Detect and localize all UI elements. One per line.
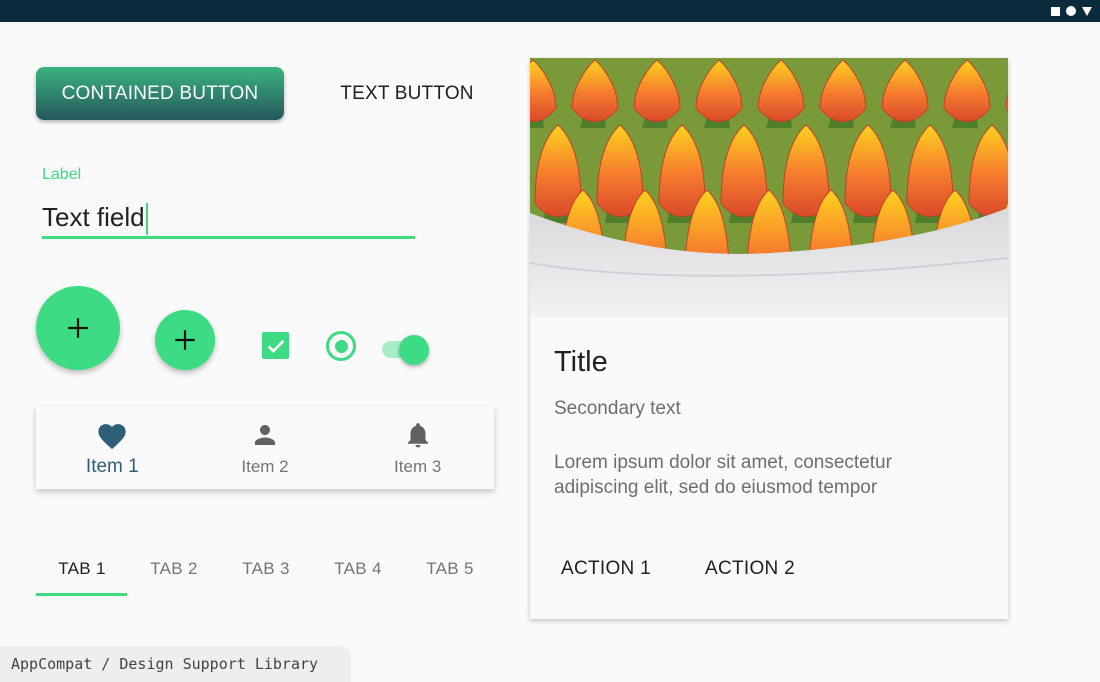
circle-icon (1066, 6, 1076, 16)
add-icon (68, 318, 88, 338)
checkbox[interactable] (262, 332, 289, 359)
radio-dot (334, 339, 348, 353)
text-field-label: Label (42, 166, 82, 183)
bottom-navigation: Item 1 Item 2 Item 3 (36, 406, 494, 489)
radio-button[interactable] (326, 331, 356, 361)
tab-1[interactable]: TAB 1 (36, 540, 128, 598)
tab-2[interactable]: TAB 2 (128, 540, 220, 598)
card-action-2[interactable]: ACTION 2 (705, 558, 795, 588)
status-bar (0, 0, 1100, 22)
tab-5[interactable]: TAB 5 (404, 540, 496, 598)
bottom-nav-label-2: Item 2 (241, 457, 289, 476)
card-secondary-text: Secondary text (554, 398, 681, 419)
text-field-value: Text field (42, 202, 145, 232)
card-title: Title (554, 346, 608, 378)
bottom-nav-label-3: Item 3 (394, 457, 442, 476)
bottom-nav-item-3[interactable]: Item 3 (341, 406, 494, 489)
tab-label: TAB 2 (150, 559, 198, 578)
square-icon (1051, 6, 1060, 16)
check-icon (267, 339, 284, 353)
tab-label: TAB 5 (426, 559, 474, 578)
person-icon (255, 425, 275, 445)
fab-small[interactable] (155, 310, 215, 370)
tab-4[interactable]: TAB 4 (312, 540, 404, 598)
contained-button[interactable]: CONTAINED BUTTON (36, 67, 284, 120)
fab-large[interactable] (36, 286, 120, 370)
tab-label: TAB 1 (58, 559, 106, 578)
text-button[interactable]: TEXT BUTTON (318, 67, 496, 120)
tab-bar: TAB 1 TAB 2 TAB 3 TAB 4 TAB 5 (36, 540, 496, 598)
tab-label: TAB 4 (334, 559, 382, 578)
bottom-nav-label-1: Item 1 (85, 456, 139, 477)
tab-indicator (36, 593, 127, 596)
bell-icon (407, 423, 428, 448)
switch-thumb[interactable] (399, 335, 429, 365)
triangle-icon (1082, 6, 1092, 16)
bottom-nav-item-1[interactable]: Item 1 (36, 406, 189, 489)
text-field-underline (42, 236, 415, 239)
text-field-input[interactable]: Text field (42, 199, 414, 236)
bottom-nav-item-2[interactable]: Item 2 (189, 406, 342, 489)
text-cursor (145, 203, 148, 236)
card-action-1[interactable]: ACTION 1 (561, 558, 651, 588)
library-caption: AppCompat / Design Support Library (0, 646, 351, 682)
add-icon (175, 330, 195, 350)
card: Title Secondary text Lorem ipsum dolor s… (530, 58, 1008, 619)
tab-3[interactable]: TAB 3 (220, 540, 312, 598)
tab-label: TAB 3 (242, 559, 290, 578)
tulips-photo (530, 58, 1008, 318)
system-status-icons (1051, 5, 1092, 17)
heart-icon (98, 424, 126, 450)
card-body-text: Lorem ipsum dolor sit amet, consectetur … (554, 452, 892, 498)
